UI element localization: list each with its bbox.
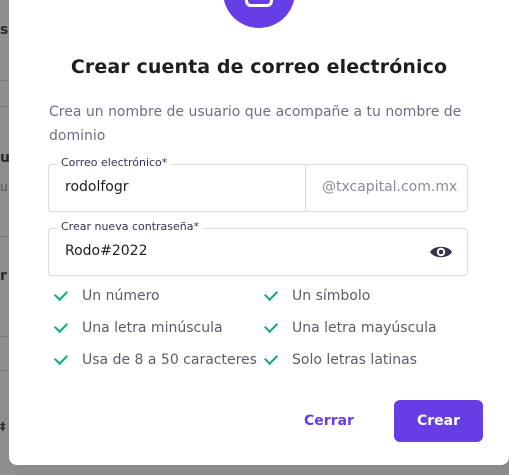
check-icon (53, 318, 69, 334)
password-input[interactable]: Rodo#2022 (65, 243, 147, 259)
email-field-label: Correo electrónico* (57, 156, 172, 169)
requirement-item: Una letra mayúscula (263, 318, 437, 336)
password-field-label: Crear nueva contraseña* (57, 220, 203, 233)
requirement-label: Una letra mayúscula (292, 320, 437, 336)
check-icon (53, 286, 69, 302)
requirement-item: Un número (53, 286, 160, 304)
background-text-fragment: r (0, 268, 7, 284)
password-field[interactable]: Crear nueva contraseña* Rodo#2022 (48, 220, 468, 276)
requirement-label: Un número (82, 288, 160, 304)
requirement-item: Usa de 8 a 50 caracteres (53, 350, 257, 368)
eye-icon[interactable] (429, 242, 453, 262)
email-domain-text: @txcapital.com.mx (322, 179, 458, 195)
create-email-dialog: Crear cuenta de correo electrónico Crea … (9, 0, 509, 465)
background-text-fragment: ‡ (0, 420, 6, 433)
dialog-title: Crear cuenta de correo electrónico (70, 56, 448, 78)
check-icon (263, 350, 279, 366)
requirement-label: Una letra minúscula (82, 320, 223, 336)
email-username-input[interactable]: rodolfogr (65, 179, 129, 195)
email-domain-suffix: @txcapital.com.mx (305, 165, 467, 211)
requirement-item: Una letra minúscula (53, 318, 223, 336)
background-text-fragment: u (0, 180, 8, 194)
requirement-label: Usa de 8 a 50 caracteres (82, 352, 257, 368)
check-icon (263, 286, 279, 302)
check-icon (53, 350, 69, 366)
check-icon (263, 318, 279, 334)
mail-badge-icon (223, 0, 295, 28)
requirement-label: Un símbolo (292, 288, 371, 304)
dialog-description: Crea un nombre de usuario que acompañe a… (49, 104, 462, 144)
background-text-fragment: s (0, 22, 9, 38)
close-button[interactable]: Cerrar (299, 400, 359, 442)
email-field[interactable]: Correo electrónico* rodolfogr @txcapital… (48, 156, 468, 212)
requirement-label: Solo letras latinas (292, 352, 418, 368)
create-button[interactable]: Crear (394, 400, 483, 442)
requirement-item: Un símbolo (263, 286, 371, 304)
requirement-item: Solo letras latinas (263, 350, 418, 368)
